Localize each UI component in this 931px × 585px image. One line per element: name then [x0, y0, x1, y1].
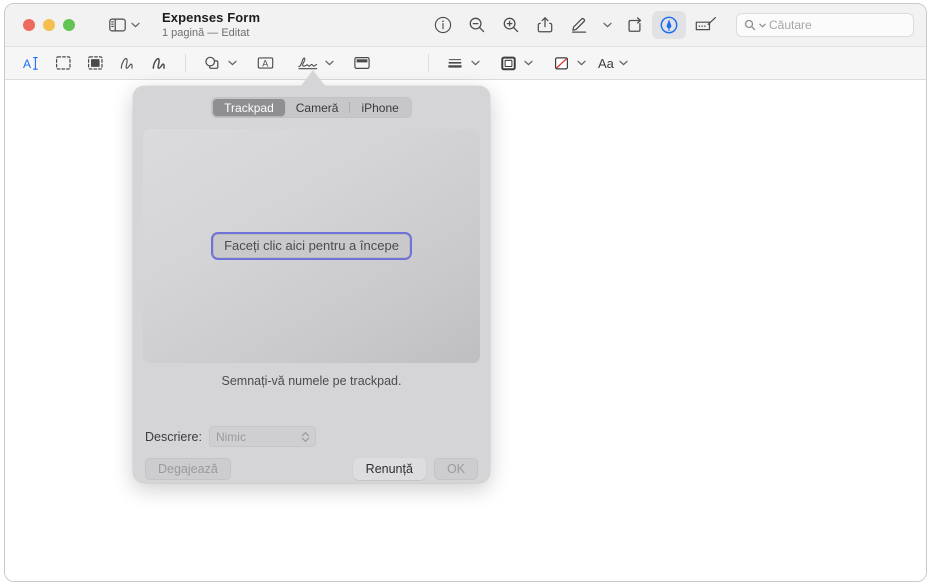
document-title-block: Expenses Form 1 pagină — Editat — [162, 10, 260, 40]
pen-options-chevron[interactable] — [596, 22, 618, 28]
sketch-tool[interactable] — [111, 51, 143, 75]
text-box-tool[interactable]: A — [249, 51, 281, 75]
toolbar-divider-2 — [428, 54, 429, 72]
tab-iphone[interactable]: iPhone — [350, 99, 409, 116]
shape-style-tool[interactable] — [439, 51, 480, 75]
clear-button[interactable]: Degajează — [145, 458, 231, 480]
markup-pen-button[interactable] — [562, 11, 596, 39]
chevron-down-icon — [602, 22, 612, 28]
line-style-icon — [439, 51, 471, 75]
signature-icon — [293, 51, 325, 75]
sidebar-toggle-button[interactable] — [109, 18, 140, 32]
description-value: Nimic — [215, 429, 246, 444]
description-row: Descriere: Nimic — [145, 426, 316, 447]
up-down-chevron-icon — [301, 431, 310, 442]
chevron-down-icon — [524, 60, 533, 66]
shapes-icon — [196, 51, 228, 75]
chevron-down-icon — [325, 60, 334, 66]
search-field[interactable]: Căutare — [736, 13, 914, 37]
text-selection-tool[interactable]: A — [15, 51, 47, 75]
segmented-control: Trackpad Cameră iPhone — [211, 97, 412, 118]
zoom-in-button[interactable] — [494, 11, 528, 39]
tab-camera[interactable]: Cameră — [285, 99, 350, 116]
fill-color-tool[interactable] — [545, 51, 586, 75]
popover-button-row: Degajează Renunță OK — [145, 458, 478, 480]
rotate-button[interactable] — [618, 11, 652, 39]
chevron-down-icon — [228, 60, 237, 66]
signature-capture-popover: Trackpad Cameră iPhone Faceți clic aici … — [133, 86, 490, 483]
start-capture-button[interactable]: Faceți clic aici pentru a începe — [211, 232, 412, 260]
toolbar-right-group: Căutare — [426, 11, 914, 39]
font-style-tool[interactable]: Aa — [598, 56, 628, 71]
border-color-tool[interactable] — [492, 51, 533, 75]
sign-button[interactable] — [686, 11, 726, 39]
svg-text:A: A — [23, 57, 31, 71]
traffic-lights — [23, 19, 75, 31]
signature-source-tabs: Trackpad Cameră iPhone — [133, 86, 490, 118]
share-button[interactable] — [528, 11, 562, 39]
search-scope-chevron-icon — [759, 23, 766, 28]
zoom-out-button[interactable] — [460, 11, 494, 39]
description-popup-button[interactable]: Nimic — [208, 426, 316, 447]
no-fill-icon — [545, 51, 577, 75]
zoom-button[interactable] — [63, 19, 75, 31]
chevron-down-icon — [131, 22, 140, 28]
instruction-text: Semnați-vă numele pe trackpad. — [221, 374, 402, 388]
rectangular-selection-tool[interactable] — [47, 51, 79, 75]
draw-tool[interactable] — [143, 51, 175, 75]
chevron-down-icon — [619, 60, 628, 66]
shapes-tool[interactable] — [196, 51, 237, 75]
toolbar-divider-1 — [185, 54, 186, 72]
instant-alpha-tool[interactable] — [79, 51, 111, 75]
svg-text:A: A — [262, 58, 268, 68]
description-label: Descriere: — [145, 429, 202, 444]
titlebar: Expenses Form 1 pagină — Editat Căutare — [5, 4, 926, 46]
aa-icon: Aa — [598, 55, 614, 71]
ok-button[interactable]: OK — [433, 458, 478, 480]
chevron-down-icon — [577, 60, 586, 66]
close-button[interactable] — [23, 19, 35, 31]
markup-toolbar-toggle[interactable] — [652, 11, 686, 39]
markup-toolbar: A A Aa — [5, 46, 926, 80]
border-square-icon — [492, 51, 524, 75]
search-icon — [744, 19, 756, 31]
minimize-button[interactable] — [43, 19, 55, 31]
tab-trackpad[interactable]: Trackpad — [213, 99, 285, 116]
search-placeholder: Căutare — [769, 18, 812, 32]
document-status: 1 pagină — Editat — [162, 27, 250, 39]
sidebar-icon — [109, 18, 126, 32]
info-button[interactable] — [426, 11, 460, 39]
trackpad-capture-area[interactable]: Faceți clic aici pentru a începe — [143, 129, 480, 363]
cancel-button[interactable]: Renunță — [352, 458, 426, 480]
chevron-down-icon — [471, 60, 480, 66]
page-title: Expenses Form — [162, 10, 261, 25]
note-tool[interactable] — [346, 51, 378, 75]
